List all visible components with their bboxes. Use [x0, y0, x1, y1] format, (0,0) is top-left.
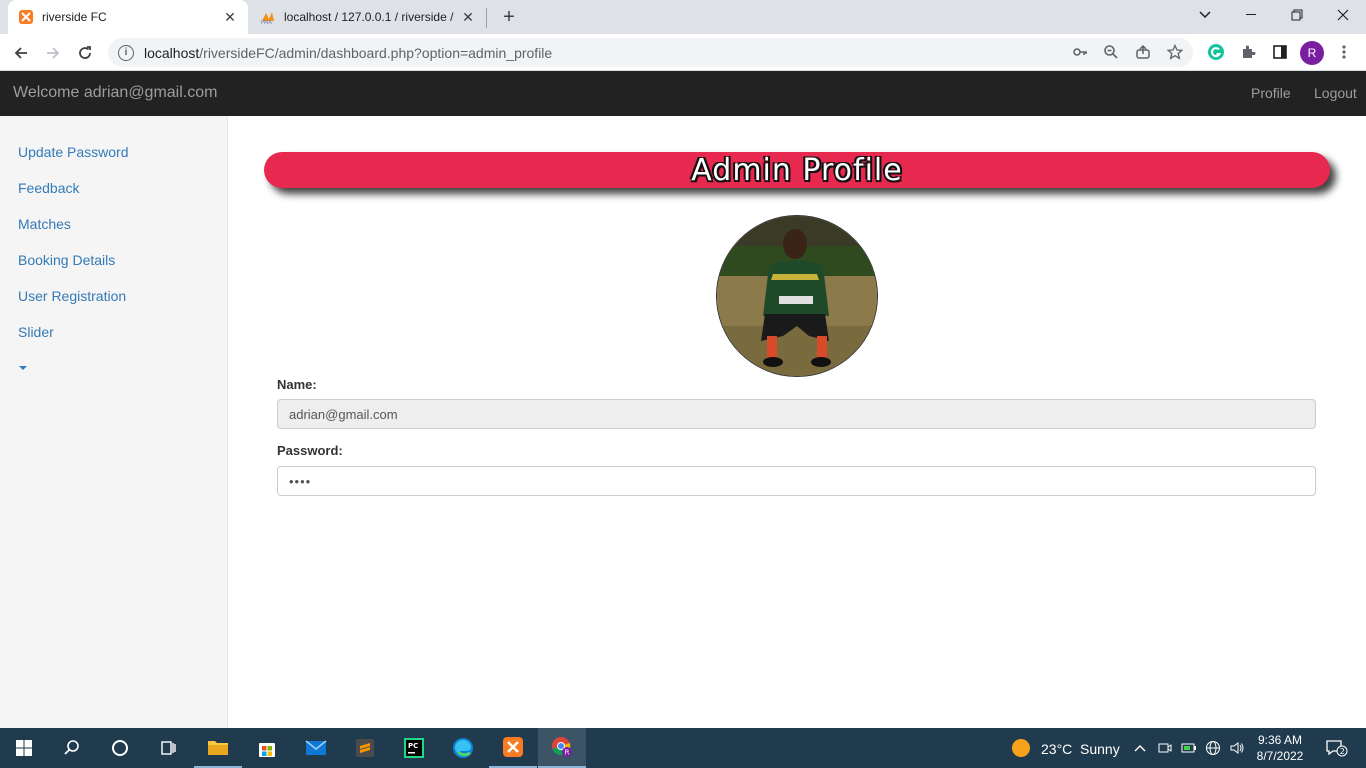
sidebar-item-update-password[interactable]: Update Password: [18, 144, 129, 160]
browser-toolbar: i localhost/riversideFC/admin/dashboard.…: [0, 34, 1366, 71]
network-globe-icon[interactable]: [1202, 728, 1224, 768]
url-host: localhost: [144, 44, 200, 61]
weather-sun-icon[interactable]: [998, 728, 1044, 768]
grammarly-extension-icon[interactable]: [1204, 40, 1228, 64]
admin-profile-photo: [716, 215, 878, 377]
page-title-banner: Admin Profile: [264, 152, 1330, 188]
forward-icon[interactable]: [40, 40, 66, 66]
sidebar-item-user-registration[interactable]: User Registration: [18, 288, 126, 304]
task-view-icon[interactable]: [144, 728, 192, 768]
share-icon[interactable]: [1131, 40, 1155, 64]
profile-avatar[interactable]: R: [1300, 41, 1324, 65]
new-tab-icon[interactable]: +: [498, 6, 520, 28]
password-label: Password:: [277, 443, 343, 458]
menu-kebab-icon[interactable]: [1332, 40, 1356, 64]
tab-search-icon[interactable]: [1182, 0, 1228, 30]
clock-date: 8/7/2022: [1256, 749, 1304, 763]
close-tab-icon[interactable]: ✕: [460, 9, 476, 25]
xampp-favicon-icon: [18, 9, 34, 25]
sidebar-item-feedback[interactable]: Feedback: [18, 180, 79, 196]
site-info-icon[interactable]: i: [118, 44, 134, 61]
tab-separator: [486, 8, 487, 28]
site-navbar: Welcome adrian@gmail.com Profile Logout: [0, 71, 1366, 116]
side-panel-icon[interactable]: [1268, 40, 1292, 64]
extensions-puzzle-icon[interactable]: [1236, 40, 1260, 64]
pycharm-icon[interactable]: PC: [390, 728, 438, 768]
svg-text:R: R: [565, 749, 570, 757]
url-path: /riversideFC/admin/dashboard.php?option=…: [199, 44, 553, 61]
clock-time: 9:36 AM: [1257, 733, 1303, 747]
close-window-icon[interactable]: [1320, 0, 1366, 30]
sidebar-item-slider[interactable]: Slider: [18, 324, 54, 340]
xampp-icon[interactable]: [489, 728, 537, 768]
reload-icon[interactable]: [72, 40, 98, 66]
sublime-text-icon[interactable]: [341, 728, 389, 768]
close-tab-icon[interactable]: ✕: [222, 9, 238, 25]
windows-start-icon[interactable]: [0, 728, 48, 768]
password-field[interactable]: ••••: [277, 466, 1316, 496]
weather-temperature: 23°C: [1041, 741, 1073, 757]
zoom-icon[interactable]: [1099, 40, 1123, 64]
tab-title: localhost / 127.0.0.1 / riverside /: [284, 10, 454, 24]
weather-description: Sunny: [1080, 741, 1120, 757]
search-icon[interactable]: [48, 728, 96, 768]
edge-icon[interactable]: [439, 728, 487, 768]
chrome-icon[interactable]: R: [538, 728, 586, 768]
name-label: Name:: [277, 377, 317, 392]
notification-count: 2: [1340, 747, 1345, 756]
profile-link[interactable]: Profile: [1251, 85, 1291, 101]
browser-tab-strip: riverside FC ✕ PMA localhost / 127.0.0.1…: [0, 0, 1366, 34]
microsoft-store-icon[interactable]: [243, 728, 291, 768]
key-icon[interactable]: [1068, 40, 1092, 64]
cortana-icon[interactable]: [96, 728, 144, 768]
restore-icon[interactable]: [1274, 0, 1320, 30]
welcome-text: Welcome adrian@gmail.com: [13, 84, 218, 101]
file-explorer-icon[interactable]: [194, 728, 242, 768]
tab-title: riverside FC: [42, 10, 107, 24]
bookmark-star-icon[interactable]: [1163, 40, 1187, 64]
notification-center-icon[interactable]: 2: [1316, 728, 1356, 768]
sidebar-item-matches[interactable]: Matches: [18, 216, 71, 232]
back-icon[interactable]: [8, 40, 34, 66]
page-title: Admin Profile: [691, 153, 903, 188]
tab-phpmyadmin[interactable]: PMA localhost / 127.0.0.1 / riverside / …: [250, 0, 486, 34]
sidebar-item-booking-details[interactable]: Booking Details: [18, 252, 115, 268]
svg-text:PC: PC: [408, 742, 418, 750]
system-clock[interactable]: 9:36 AM 8/7/2022: [1250, 732, 1310, 764]
windows-taskbar: PC R 23°C Sunny 9:36 AM 8/7/2022 2: [0, 728, 1366, 768]
volume-icon[interactable]: [1226, 728, 1248, 768]
meet-now-icon[interactable]: [1154, 728, 1176, 768]
logout-link[interactable]: Logout: [1314, 85, 1357, 101]
mail-icon[interactable]: [292, 728, 340, 768]
minimize-icon[interactable]: [1228, 0, 1274, 30]
sidebar: Update Password Feedback Matches Booking…: [0, 116, 228, 728]
address-bar[interactable]: i localhost/riversideFC/admin/dashboard.…: [108, 38, 1193, 67]
tab-riverside-fc[interactable]: riverside FC ✕: [8, 0, 248, 34]
show-hidden-icons-chevron-icon[interactable]: [1130, 728, 1150, 768]
battery-icon[interactable]: [1178, 728, 1200, 768]
svg-text:PMA: PMA: [261, 20, 272, 25]
name-field[interactable]: adrian@gmail.com: [277, 399, 1316, 429]
phpmyadmin-favicon-icon: PMA: [260, 9, 276, 25]
dropdown-caret-icon[interactable]: [19, 366, 27, 370]
